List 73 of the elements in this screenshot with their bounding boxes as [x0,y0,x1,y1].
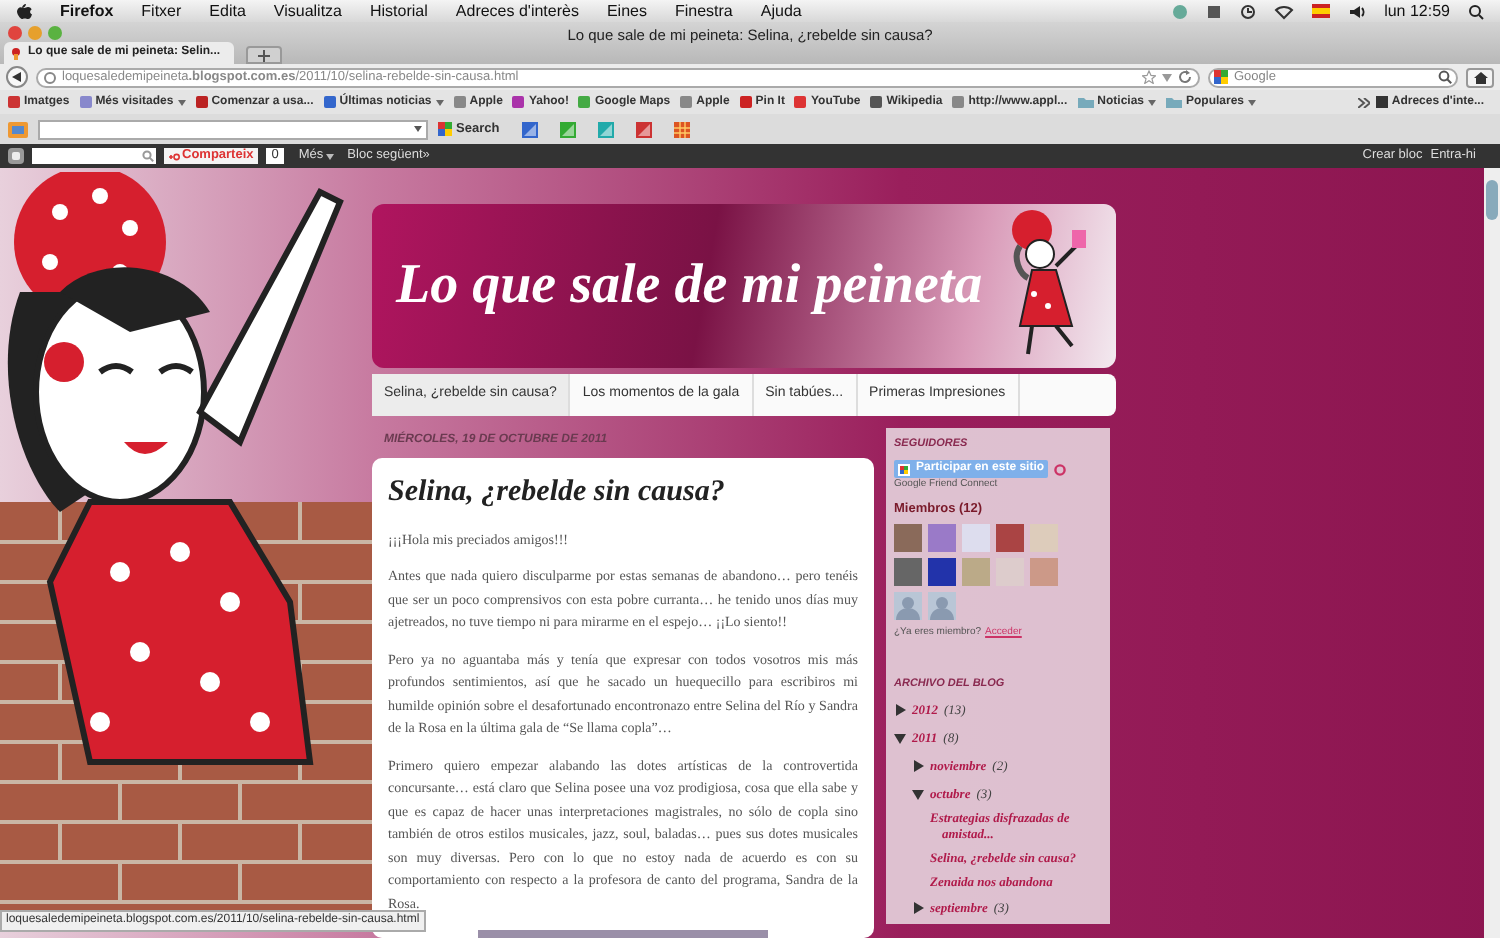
folder-icon [1077,96,1094,108]
scrollbar-thumb[interactable] [1486,180,1498,220]
menu-item[interactable]: Firefox [60,0,114,23]
search-icon [1438,70,1452,84]
scrollbar[interactable] [1484,168,1500,938]
favicon-icon [79,96,92,108]
menu-item[interactable]: Visualitza [273,0,342,23]
zoom-icon [48,26,62,40]
avatar-silhouette-icon [928,591,956,619]
menu-item[interactable]: Ajuda [760,0,802,23]
avatar-photo[interactable] [996,523,1024,551]
favicon-icon [794,96,807,108]
menu-item[interactable]: Historial [370,0,428,23]
blog-search-field[interactable] [32,148,156,164]
bookmark-icon [1375,96,1388,108]
search-dropdown[interactable] [38,119,428,139]
avatar-photo[interactable] [894,557,922,585]
menu-item[interactable]: Edita [209,0,246,23]
avatar-photo[interactable] [928,557,956,585]
chart-icon [521,121,538,137]
menu-item[interactable]: Finestra [674,0,733,23]
caret-icon [1162,73,1172,81]
star-icon [1142,70,1156,84]
volume-icon [1348,3,1367,19]
favicon-icon [952,96,965,108]
minimize-icon [28,26,42,40]
clock-icon [1240,3,1257,19]
home-button[interactable] [1466,67,1494,87]
home-icon [1473,71,1487,83]
caret-icon [325,153,334,159]
favicon-icon [680,96,693,108]
menu-item[interactable]: Fitxer [141,0,182,23]
favicon-icon [870,96,883,108]
favicon-icon [8,96,20,108]
back-button[interactable] [6,66,28,88]
flag-icon [1312,4,1331,18]
caret-icon [414,126,422,132]
wifi-icon [1274,3,1295,19]
folder-icon [1166,96,1182,108]
google-icon [438,122,452,136]
blog-title: Lo que sale de mi peineta [396,251,983,320]
chart-icon [597,121,614,137]
favicon-icon [739,96,752,108]
avatar-photo[interactable] [894,523,922,551]
google-icon [1214,70,1230,84]
chevron-icon [1357,97,1370,107]
menu-item[interactable]: Adreces d'interès [455,0,579,23]
favicon-icon [453,96,466,108]
favicon-icon [195,96,208,108]
favicon-icon [512,96,525,108]
search-icon [1468,3,1484,19]
globe-icon [44,71,56,83]
apple-logo-icon [16,2,32,20]
google-plus-icon [168,151,180,161]
chart-icon [635,121,652,137]
new-tab-button[interactable] [246,46,282,64]
calendar-icon [673,121,690,137]
reload-icon [1178,70,1192,84]
favicon-icon [323,96,336,108]
post-title: Selina, ¿rebelde sin causa? [388,474,727,512]
close-icon [8,26,22,40]
menubar-clock: lun 12:59 [1384,0,1450,23]
google-icon [898,463,910,476]
favicon-icon [10,47,22,59]
favicon-icon [578,96,591,108]
search-icon [142,150,154,162]
avatar-silhouette-icon [894,591,922,619]
toolbar-logo-icon [8,121,28,137]
back-arrow-icon [12,72,22,82]
menu-item[interactable]: Eines [606,0,647,23]
plus-icon [258,49,270,61]
blogger-logo-icon [8,148,24,164]
chart-icon [559,121,576,137]
